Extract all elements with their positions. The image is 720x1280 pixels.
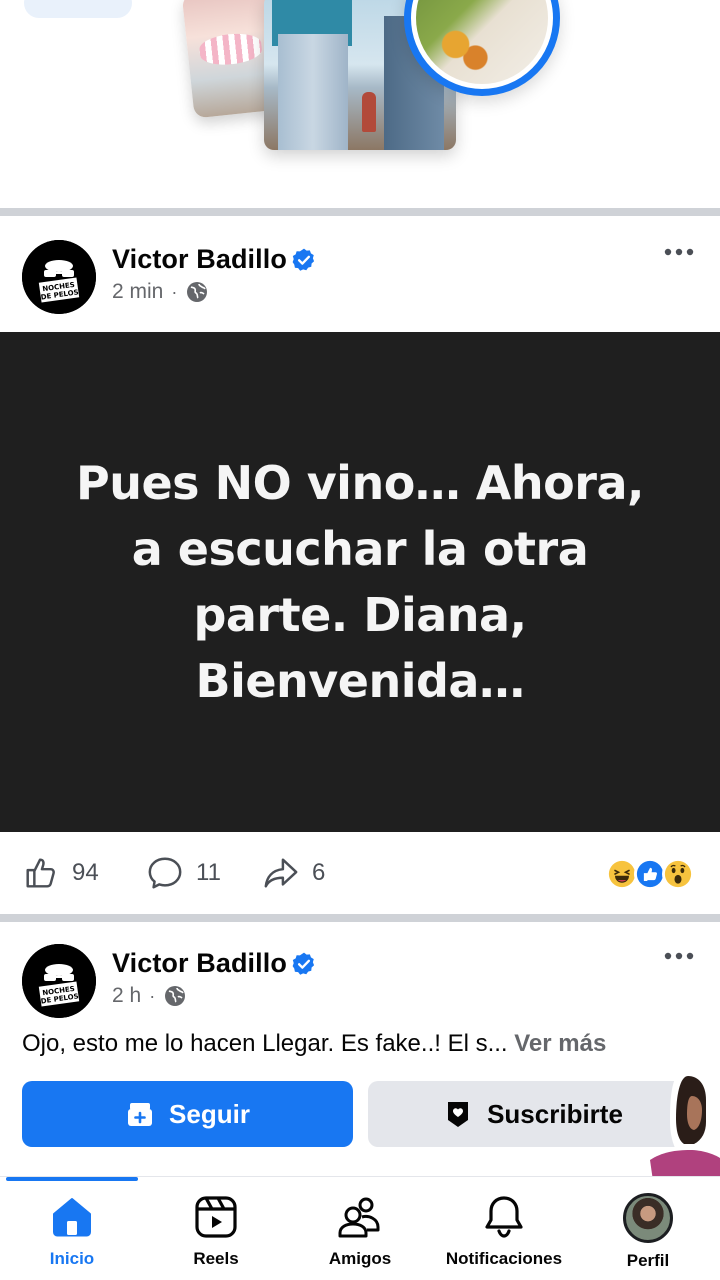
subscribe-badge-icon <box>448 1102 469 1127</box>
profile-avatar <box>623 1193 673 1243</box>
bell-icon <box>485 1196 523 1238</box>
see-more-link[interactable]: Ver más <box>514 1030 606 1057</box>
post-header: NOCHES DE PELOS Victor Badillo 2 h · <box>0 920 720 1030</box>
verified-badge-icon <box>292 952 315 975</box>
nav-item-perfil[interactable]: Perfil <box>576 1193 720 1271</box>
post-meta: 2 h · <box>112 984 187 1008</box>
follow-label: Seguir <box>169 1098 250 1129</box>
author-avatar[interactable]: NOCHES DE PELOS <box>22 944 96 1018</box>
nav-item-amigos[interactable]: Amigos <box>288 1193 432 1269</box>
post-meta: 2 min · <box>112 280 209 304</box>
nav-item-notificaciones[interactable]: Notificaciones <box>432 1193 576 1269</box>
globe-icon <box>187 282 208 302</box>
share-button[interactable]: 6 <box>262 854 325 892</box>
more-options-icon[interactable] <box>664 246 694 258</box>
author-avatar[interactable]: NOCHES DE PELOS <box>22 240 96 314</box>
post-actions: 94 11 6 <box>0 832 720 914</box>
post-time[interactable]: 2 min <box>112 280 163 304</box>
nav-item-inicio[interactable]: Inicio <box>0 1193 144 1269</box>
nav-label-notificaciones: Notificaciones <box>445 1249 563 1268</box>
wow-reaction-icon <box>662 858 694 890</box>
feed-divider <box>0 208 720 216</box>
follow-button[interactable]: Seguir <box>22 1081 353 1147</box>
subscribe-label: Suscribirte <box>487 1098 623 1129</box>
like-icon <box>26 858 55 888</box>
post-snippet[interactable]: Ojo, esto me lo hacen Llegar. Es fake..!… <box>22 1030 702 1058</box>
previous-card <box>0 0 720 208</box>
snippet-text: Ojo, esto me lo hacen Llegar. Es fake..!… <box>22 1030 508 1057</box>
follow-icon <box>128 1103 153 1126</box>
more-options-icon[interactable] <box>664 950 694 962</box>
post-header: NOCHES DE PELOS Victor Badillo 2 min · <box>0 216 720 326</box>
home-icon <box>53 1198 91 1237</box>
author-name[interactable]: Victor Badillo <box>112 948 287 979</box>
post-time[interactable]: 2 h <box>112 984 141 1008</box>
reactions-summary[interactable] <box>606 858 698 890</box>
comment-button[interactable]: 11 <box>146 854 221 892</box>
bottom-navigation: Inicio Reels Amigos Notificaciones Perfi… <box>0 1176 720 1280</box>
nav-label-perfil: Perfil <box>626 1251 670 1270</box>
nav-label-reels: Reels <box>193 1249 239 1268</box>
top-pill-button[interactable] <box>24 0 132 18</box>
reels-icon <box>195 1196 237 1238</box>
active-tab-indicator <box>6 1177 138 1181</box>
nav-label-amigos: Amigos <box>328 1249 392 1268</box>
comment-icon <box>148 857 182 889</box>
photo-collage[interactable] <box>180 0 570 160</box>
friends-icon <box>338 1197 380 1238</box>
like-button[interactable]: 94 <box>22 854 99 892</box>
share-count: 6 <box>312 859 326 886</box>
nav-item-reels[interactable]: Reels <box>144 1193 288 1269</box>
globe-icon <box>165 986 186 1006</box>
post-image-text: Pues NO vino… Ahora, a escuchar la otra … <box>76 456 644 708</box>
post-text-image[interactable]: Pues NO vino… Ahora, a escuchar la otra … <box>0 332 720 832</box>
share-icon <box>264 858 298 888</box>
comment-count: 11 <box>196 859 221 886</box>
like-count: 94 <box>72 859 99 886</box>
verified-badge-icon <box>292 248 315 271</box>
nav-label-inicio: Inicio <box>49 1249 95 1268</box>
author-name[interactable]: Victor Badillo <box>112 244 287 275</box>
